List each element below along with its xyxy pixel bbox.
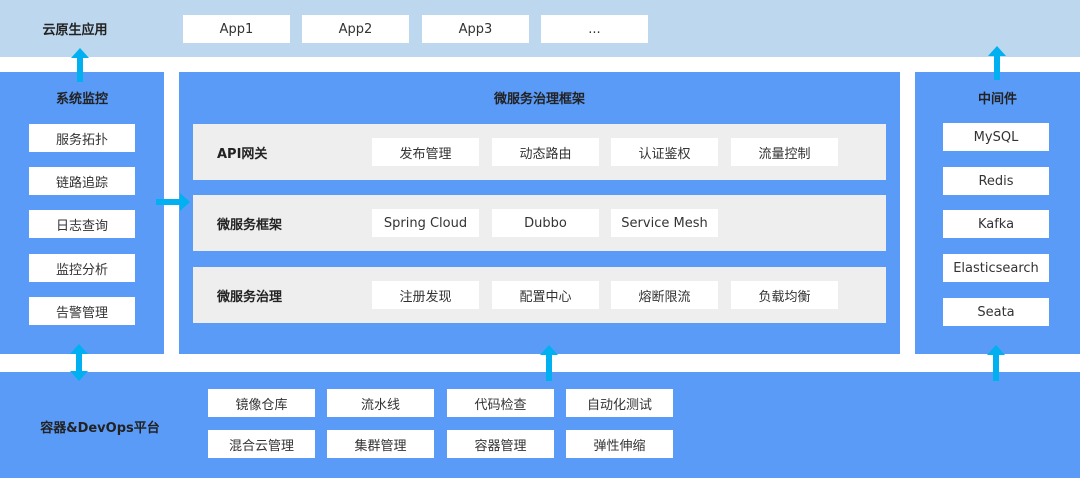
monitoring-item-topology: 服务拓扑 — [29, 124, 135, 152]
devops-item-container: 容器管理 — [447, 430, 554, 458]
arrow-updown-icon — [70, 344, 88, 381]
gateway-item-auth: 认证鉴权 — [611, 138, 718, 166]
arrow-up-icon — [71, 48, 89, 82]
devops-item-auto-test: 自动化测试 — [566, 389, 673, 417]
devops-item-code-check: 代码检查 — [447, 389, 554, 417]
governance-label: 微服务治理 — [217, 289, 283, 305]
app-box-3: App3 — [422, 15, 529, 43]
arrow-up-icon — [988, 46, 1006, 80]
api-gateway-label: API网关 — [217, 146, 268, 162]
devops-band-title: 容器&DevOps平台 — [40, 420, 160, 436]
devops-item-autoscale: 弹性伸缩 — [566, 430, 673, 458]
devops-item-hybrid-cloud: 混合云管理 — [208, 430, 315, 458]
governance-item-config: 配置中心 — [492, 281, 599, 309]
app-box-1: App1 — [183, 15, 290, 43]
middleware-item-seata: Seata — [943, 298, 1049, 326]
monitoring-item-tracing: 链路追踪 — [29, 167, 135, 195]
monitoring-item-logs: 日志查询 — [29, 210, 135, 238]
framework-label: 微服务框架 — [217, 217, 283, 233]
devops-item-pipeline: 流水线 — [327, 389, 434, 417]
middleware-item-redis: Redis — [943, 167, 1049, 195]
monitoring-panel-title: 系统监控 — [55, 91, 108, 107]
framework-item-spring-cloud: Spring Cloud — [372, 209, 479, 237]
monitoring-item-analysis: 监控分析 — [29, 254, 135, 282]
gateway-item-release: 发布管理 — [372, 138, 479, 166]
framework-item-dubbo: Dubbo — [492, 209, 599, 237]
middleware-item-mysql: MySQL — [943, 123, 1049, 151]
arrow-right-icon — [156, 193, 190, 211]
governance-item-load-balance: 负载均衡 — [731, 281, 838, 309]
middleware-panel-title: 中间件 — [977, 91, 1017, 107]
gateway-item-routing: 动态路由 — [492, 138, 599, 166]
governance-item-discovery: 注册发现 — [372, 281, 479, 309]
devops-item-registry: 镜像仓库 — [208, 389, 315, 417]
middleware-item-kafka: Kafka — [943, 210, 1049, 238]
app-box-2: App2 — [302, 15, 409, 43]
arrow-up-icon — [540, 345, 558, 381]
governance-item-circuit-breaker: 熔断限流 — [611, 281, 718, 309]
arrow-up-icon — [987, 345, 1005, 381]
framework-item-service-mesh: Service Mesh — [611, 209, 718, 237]
app-box-more: ... — [541, 15, 648, 43]
gateway-item-traffic: 流量控制 — [731, 138, 838, 166]
governance-panel-title: 微服务治理框架 — [493, 91, 585, 107]
top-band — [0, 0, 1080, 57]
middleware-item-elasticsearch: Elasticsearch — [943, 254, 1049, 282]
devops-item-cluster: 集群管理 — [327, 430, 434, 458]
monitoring-item-alerts: 告警管理 — [29, 297, 135, 325]
